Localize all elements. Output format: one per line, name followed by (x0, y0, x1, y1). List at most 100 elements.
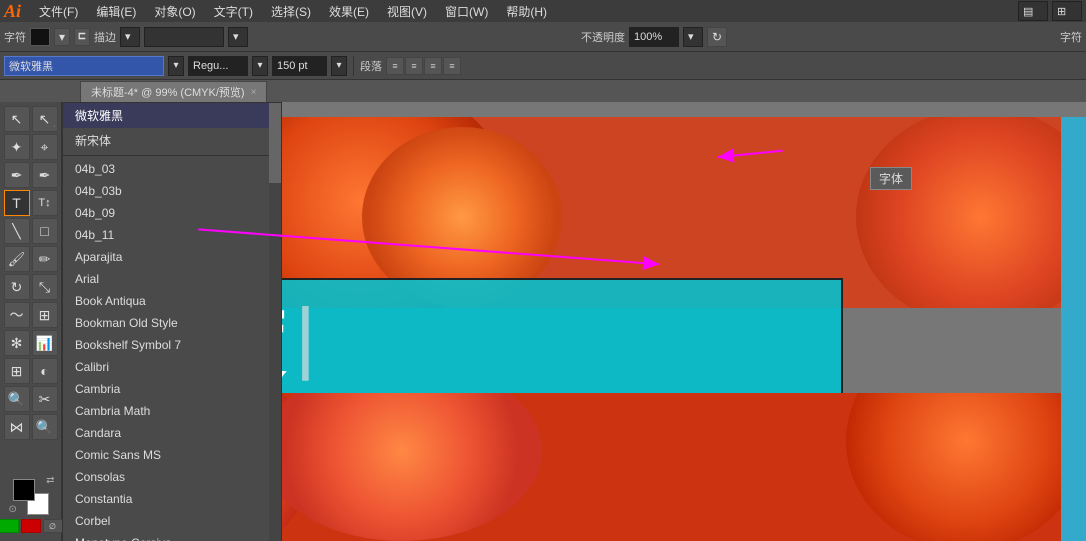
direct-selection-tool[interactable]: ↖· (32, 106, 58, 132)
color-arrow[interactable]: ▾ (54, 28, 70, 46)
menu-window[interactable]: 窗口(W) (437, 1, 496, 22)
char-label: 字符 (4, 29, 26, 45)
font-item-04b03b[interactable]: 04b_03b (63, 180, 281, 202)
menu-select[interactable]: 选择(S) (263, 1, 319, 22)
mesh-tool[interactable]: ⊞ (4, 358, 30, 384)
font-item-bookshelf[interactable]: Bookshelf Symbol 7 (63, 334, 281, 356)
none-mode-btn[interactable]: ∅ (43, 519, 63, 533)
style-dropdown-arrow[interactable]: ▾ (252, 56, 268, 76)
font-dropdown-scroll-thumb[interactable] (269, 103, 281, 183)
magic-wand-tool[interactable]: ✦ (4, 134, 30, 160)
font-item-weisuyahei[interactable]: 微软雅黑 (63, 103, 281, 128)
para-label: 段落 (360, 58, 382, 74)
font-item-bookman[interactable]: Bookman Old Style (63, 312, 281, 334)
line-tool[interactable]: ╲ (4, 218, 30, 244)
font-size-input[interactable] (272, 56, 327, 76)
refresh-btn[interactable]: ↻ (707, 27, 727, 47)
align-buttons: ≡ ≡ ≡ ≡ (386, 57, 461, 75)
lasso-tool[interactable]: ⌖ (32, 134, 58, 160)
flower-petal-7 (846, 393, 1086, 541)
menu-bar: Ai 文件(F) 编辑(E) 对象(O) 文字(T) 选择(S) 效果(E) 视… (0, 0, 1086, 22)
font-item-constantia[interactable]: Constantia (63, 488, 281, 510)
size-dropdown-arrow[interactable]: ▾ (331, 56, 347, 76)
tool-row-12: ⋈ 🔍 (4, 414, 58, 440)
vertical-type-tool[interactable]: T↕ (32, 190, 58, 216)
font-item-candara[interactable]: Candara (63, 422, 281, 444)
gradient-tool[interactable]: ◐ (32, 358, 58, 384)
draw-mode-btn[interactable]: ▾ (120, 27, 140, 47)
measure-tool[interactable]: ✂ (32, 386, 58, 412)
menu-view[interactable]: 视图(V) (379, 1, 435, 22)
font-item-book-antiqua[interactable]: Book Antiqua (63, 290, 281, 312)
menu-effect[interactable]: 效果(E) (321, 1, 377, 22)
menu-text[interactable]: 文字(T) (206, 1, 261, 22)
free-transform-tool[interactable]: ⊞ (32, 302, 58, 328)
opacity-input[interactable] (629, 27, 679, 47)
tool-row-4: T T↕ (4, 190, 58, 216)
warp-tool[interactable]: 〜 (4, 302, 30, 328)
tool-row-10: ⊞ ◐ (4, 358, 58, 384)
right-cyan-strip (1061, 117, 1086, 541)
ziyi-button[interactable]: 字体 (870, 167, 912, 190)
font-item-cambria-math[interactable]: Cambria Math (63, 400, 281, 422)
gradient-mode-btn[interactable] (21, 519, 41, 533)
align-justify-btn[interactable]: ≡ (443, 57, 461, 75)
fg-color-swatch[interactable] (13, 479, 35, 501)
font-item-04b03[interactable]: 04b_03 (63, 158, 281, 180)
rotate-tool[interactable]: ↻ (4, 274, 30, 300)
font-style-input[interactable] (188, 56, 248, 76)
tool-row-5: ╲ □ (4, 218, 58, 244)
font-item-consolas[interactable]: Consolas (63, 466, 281, 488)
symbol-sprayer-tool[interactable]: ✻ (4, 330, 30, 356)
selection-tool[interactable]: ↖ (4, 106, 30, 132)
font-item-corbel[interactable]: Corbel (63, 510, 281, 532)
add-anchor-tool[interactable]: ✒ (32, 162, 58, 188)
align-left-btn[interactable]: ≡ (386, 57, 404, 75)
color-swatch-stack: ⊙ ⇄ (13, 479, 49, 515)
char-label-2: 字符 (1060, 29, 1082, 45)
blend-tool[interactable]: ⋈ (4, 414, 30, 440)
font-item-arial[interactable]: Arial (63, 268, 281, 290)
font-item-calibri[interactable]: Calibri (63, 356, 281, 378)
draw-mode-arrow[interactable]: ▾ (228, 27, 248, 47)
opacity-arrow[interactable]: ▾ (683, 27, 703, 47)
menu-file[interactable]: 文件(F) (31, 1, 86, 22)
tool-row-2: ✦ ⌖ (4, 134, 58, 160)
font-item-04b11[interactable]: 04b_11 (63, 224, 281, 246)
align-center-btn[interactable]: ≡ (405, 57, 423, 75)
char-toolbar-1: 字符 ▾ ⊏ 描边 ▾ ▾ 不透明度 ▾ ↻ 字符 (0, 22, 1086, 52)
eyedropper-tool[interactable]: 🔍 (4, 386, 30, 412)
pencil-tool[interactable]: ✏ (32, 246, 58, 272)
tab-title: 未标题-4* @ 99% (CMYK/预览) (91, 84, 245, 100)
type-tool[interactable]: T (4, 190, 30, 216)
app-logo: Ai (4, 1, 21, 22)
main-area: ↖ ↖· ✦ ⌖ ✒ ✒ T T↕ ╲ □ 🖌 ✏ ↻ ⤡ 〜 ⊞ (0, 102, 1086, 541)
font-name-input[interactable] (4, 56, 164, 76)
stroke-mode[interactable]: ⊏ (74, 28, 90, 46)
font-dropdown-arrow[interactable]: ▾ (168, 56, 184, 76)
document-tab[interactable]: 未标题-4* @ 99% (CMYK/预览) × (80, 81, 267, 102)
color-swap-icon[interactable]: ⇄ (46, 475, 54, 486)
font-item-xinsongti[interactable]: 新宋体 (63, 128, 281, 153)
font-dropdown-scrollbar[interactable] (269, 103, 281, 541)
color-mode-btn[interactable] (0, 519, 19, 533)
draw-mode-value[interactable] (144, 27, 224, 47)
tab-close-btn[interactable]: × (251, 87, 257, 98)
graph-tool[interactable]: 📊 (32, 330, 58, 356)
menu-edit[interactable]: 编辑(E) (88, 1, 144, 22)
color-reset-icon[interactable]: ⊙ (9, 504, 17, 515)
pen-tool[interactable]: ✒ (4, 162, 30, 188)
scale-tool[interactable]: ⤡ (32, 274, 58, 300)
shape-tool[interactable]: □ (32, 218, 58, 244)
zoom-tool[interactable]: 🔍 (32, 414, 58, 440)
color-swatch-fg[interactable] (30, 28, 50, 46)
menu-help[interactable]: 帮助(H) (498, 1, 555, 22)
align-right-btn[interactable]: ≡ (424, 57, 442, 75)
font-item-aparajita[interactable]: Aparajita (63, 246, 281, 268)
font-item-corsiva[interactable]: Monotype Corsiva (63, 532, 281, 541)
font-item-04b09[interactable]: 04b_09 (63, 202, 281, 224)
paintbrush-tool[interactable]: 🖌 (4, 246, 30, 272)
menu-object[interactable]: 对象(O) (146, 1, 203, 22)
font-item-comic-sans[interactable]: Comic Sans MS (63, 444, 281, 466)
font-item-cambria[interactable]: Cambria (63, 378, 281, 400)
